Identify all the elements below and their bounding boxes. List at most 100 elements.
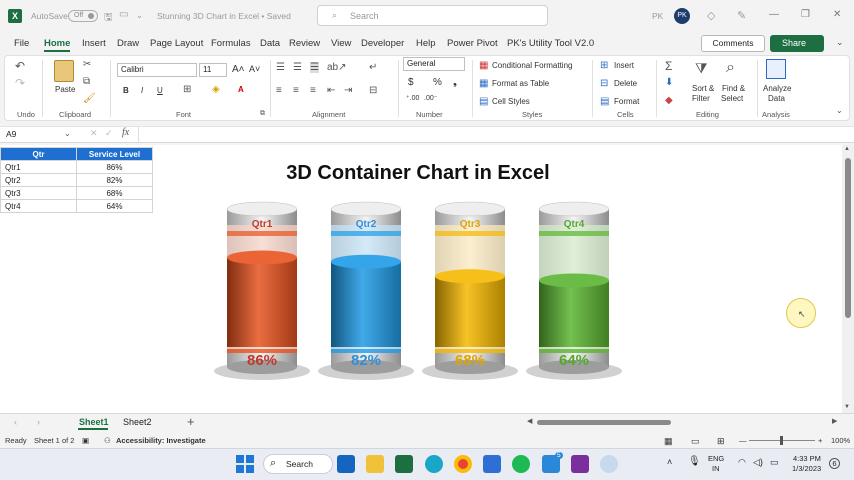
undo-icon[interactable]: ↶ xyxy=(15,59,25,73)
zoom-in-icon[interactable]: + xyxy=(818,436,822,445)
horizontal-scroll-thumb[interactable] xyxy=(537,420,671,425)
decrease-indent-icon[interactable]: ⇤ xyxy=(327,85,335,96)
font-color-icon[interactable]: A xyxy=(238,85,244,94)
autosum-icon[interactable]: Σ xyxy=(665,59,672,73)
formula-input[interactable] xyxy=(138,127,840,142)
tab-power-pivot[interactable]: Power Pivot xyxy=(447,38,498,49)
format-painter-icon[interactable]: 🖌 xyxy=(83,93,96,104)
store-icon[interactable] xyxy=(483,455,501,473)
close-icon[interactable]: ✕ xyxy=(833,9,841,20)
align-left-icon[interactable]: ≡ xyxy=(276,85,282,96)
microphone-icon[interactable]: 🎙 xyxy=(688,456,701,467)
tab-file[interactable]: File xyxy=(14,38,29,49)
copy-icon[interactable]: ⧉ xyxy=(83,76,90,87)
spotify-icon[interactable] xyxy=(512,455,530,473)
page-break-view-icon[interactable]: ⊞ xyxy=(717,436,725,447)
accessibility-status[interactable]: Accessibility: Investigate xyxy=(116,436,206,445)
cut-icon[interactable]: ✂ xyxy=(83,59,91,70)
tab-formulas[interactable]: Formulas xyxy=(211,38,251,49)
tab-view[interactable]: View xyxy=(331,38,351,49)
name-box-dropdown-icon[interactable]: ⌄ xyxy=(64,129,71,138)
paste-label[interactable]: Paste xyxy=(55,85,75,94)
format-cells-button[interactable]: Format xyxy=(614,97,639,106)
find-select-line1[interactable]: Find & xyxy=(722,84,745,93)
wifi-icon[interactable]: ◠ xyxy=(738,457,746,468)
cell-qtr[interactable]: Qtr3 xyxy=(0,186,77,200)
page-layout-view-icon[interactable]: ▭ xyxy=(691,436,700,447)
find-select-line2[interactable]: Select xyxy=(721,94,743,103)
align-center-icon[interactable]: ≡ xyxy=(293,85,299,96)
notification-count[interactable]: 6 xyxy=(829,458,840,469)
scroll-up-icon[interactable]: ▲ xyxy=(844,146,850,152)
cell-value[interactable]: 86% xyxy=(76,160,153,174)
cancel-icon[interactable]: ✕ xyxy=(90,128,98,139)
clock-time[interactable]: 4:33 PM xyxy=(793,454,821,463)
language-bottom[interactable]: IN xyxy=(712,464,720,473)
currency-icon[interactable]: $ xyxy=(408,77,414,88)
percent-icon[interactable]: % xyxy=(433,77,442,88)
increase-font-icon[interactable]: A˄ xyxy=(232,64,245,75)
analyze-data-line1[interactable]: Analyze xyxy=(763,84,791,93)
analyze-data-line2[interactable]: Data xyxy=(768,94,785,103)
clock-date[interactable]: 1/3/2023 xyxy=(792,464,821,473)
font-size-select[interactable]: 11 xyxy=(199,63,227,77)
minimize-icon[interactable]: — xyxy=(769,9,779,20)
sort-filter-icon[interactable]: ⧩ xyxy=(695,60,708,77)
scroll-left-icon[interactable]: ◀ xyxy=(527,417,532,425)
format-as-table-button[interactable]: Format as Table xyxy=(492,79,549,88)
tab-utility-tool[interactable]: PK's Utility Tool V2.0 xyxy=(507,38,594,49)
font-dialog-launcher-icon[interactable]: ⧉ xyxy=(260,110,265,118)
recorder-icon[interactable] xyxy=(600,455,618,473)
align-top-icon[interactable]: ☰ xyxy=(276,62,285,73)
font-name-select[interactable]: Calibri xyxy=(117,63,197,77)
onenote-icon[interactable] xyxy=(571,455,589,473)
normal-view-icon[interactable]: ▦ xyxy=(664,436,673,447)
customize-quick-access-icon[interactable]: ⌄ xyxy=(136,10,143,21)
diamond-icon[interactable]: ◇ xyxy=(707,9,715,22)
cell-value[interactable]: 82% xyxy=(76,173,153,187)
italic-icon[interactable]: I xyxy=(141,86,143,95)
tab-help[interactable]: Help xyxy=(416,38,436,49)
outlook-icon[interactable] xyxy=(337,455,355,473)
container-bar-qtr3[interactable]: Qtr3 68% xyxy=(422,201,518,380)
user-initials[interactable]: PK xyxy=(652,11,663,21)
paste-icon[interactable] xyxy=(54,60,74,82)
tab-review[interactable]: Review xyxy=(289,38,320,49)
zoom-level[interactable]: 100% xyxy=(831,436,850,445)
scroll-right-icon[interactable]: ▶ xyxy=(832,417,837,425)
container-bar-qtr1[interactable]: Qtr1 86% xyxy=(214,201,310,380)
container-bar-qtr4[interactable]: Qtr4 64% xyxy=(526,201,622,380)
show-hidden-icons[interactable]: ˄ xyxy=(667,457,672,467)
volume-icon[interactable]: ◁) xyxy=(753,457,763,468)
tab-sheet1[interactable]: Sheet1 xyxy=(79,417,109,427)
accessibility-icon[interactable]: ⚇ xyxy=(104,436,111,445)
borders-icon[interactable]: ⊞ xyxy=(183,84,191,95)
delete-cells-button[interactable]: Delete xyxy=(614,79,637,88)
share-button[interactable]: Share xyxy=(770,35,824,52)
wrap-text-icon[interactable]: ↵ xyxy=(369,62,377,73)
delete-cells-icon[interactable]: ⊟ xyxy=(600,78,608,89)
cell-styles-icon[interactable]: ▤ xyxy=(479,96,488,107)
clear-icon[interactable]: ◆ xyxy=(665,95,673,106)
battery-icon[interactable]: ▭ xyxy=(770,457,779,468)
insert-cells-icon[interactable]: ⊞ xyxy=(600,60,608,71)
zoom-out-icon[interactable]: — xyxy=(739,436,747,445)
fill-icon[interactable]: ⬇ xyxy=(665,77,673,88)
restore-icon[interactable]: ❐ xyxy=(801,9,810,20)
tab-data[interactable]: Data xyxy=(260,38,280,49)
header-service-level[interactable]: Service Level xyxy=(76,147,153,161)
comments-button[interactable]: Comments xyxy=(701,35,765,52)
search-box[interactable]: ⌕ Search xyxy=(317,5,548,26)
decrease-decimal-icon[interactable]: .00⁻ xyxy=(424,94,437,102)
tab-insert[interactable]: Insert xyxy=(82,38,106,49)
cell-value[interactable]: 68% xyxy=(76,186,153,200)
name-box[interactable]: A9 xyxy=(4,127,72,142)
analyze-data-icon[interactable] xyxy=(766,59,786,79)
redo-icon[interactable]: ↷ xyxy=(15,76,25,90)
insert-cells-button[interactable]: Insert xyxy=(614,61,634,70)
tab-sheet2[interactable]: Sheet2 xyxy=(123,417,152,427)
language-top[interactable]: ENG xyxy=(708,454,724,463)
insert-function-icon[interactable]: fx xyxy=(122,127,129,138)
confirm-icon[interactable]: ✓ xyxy=(105,128,113,139)
edge-icon[interactable] xyxy=(425,455,443,473)
